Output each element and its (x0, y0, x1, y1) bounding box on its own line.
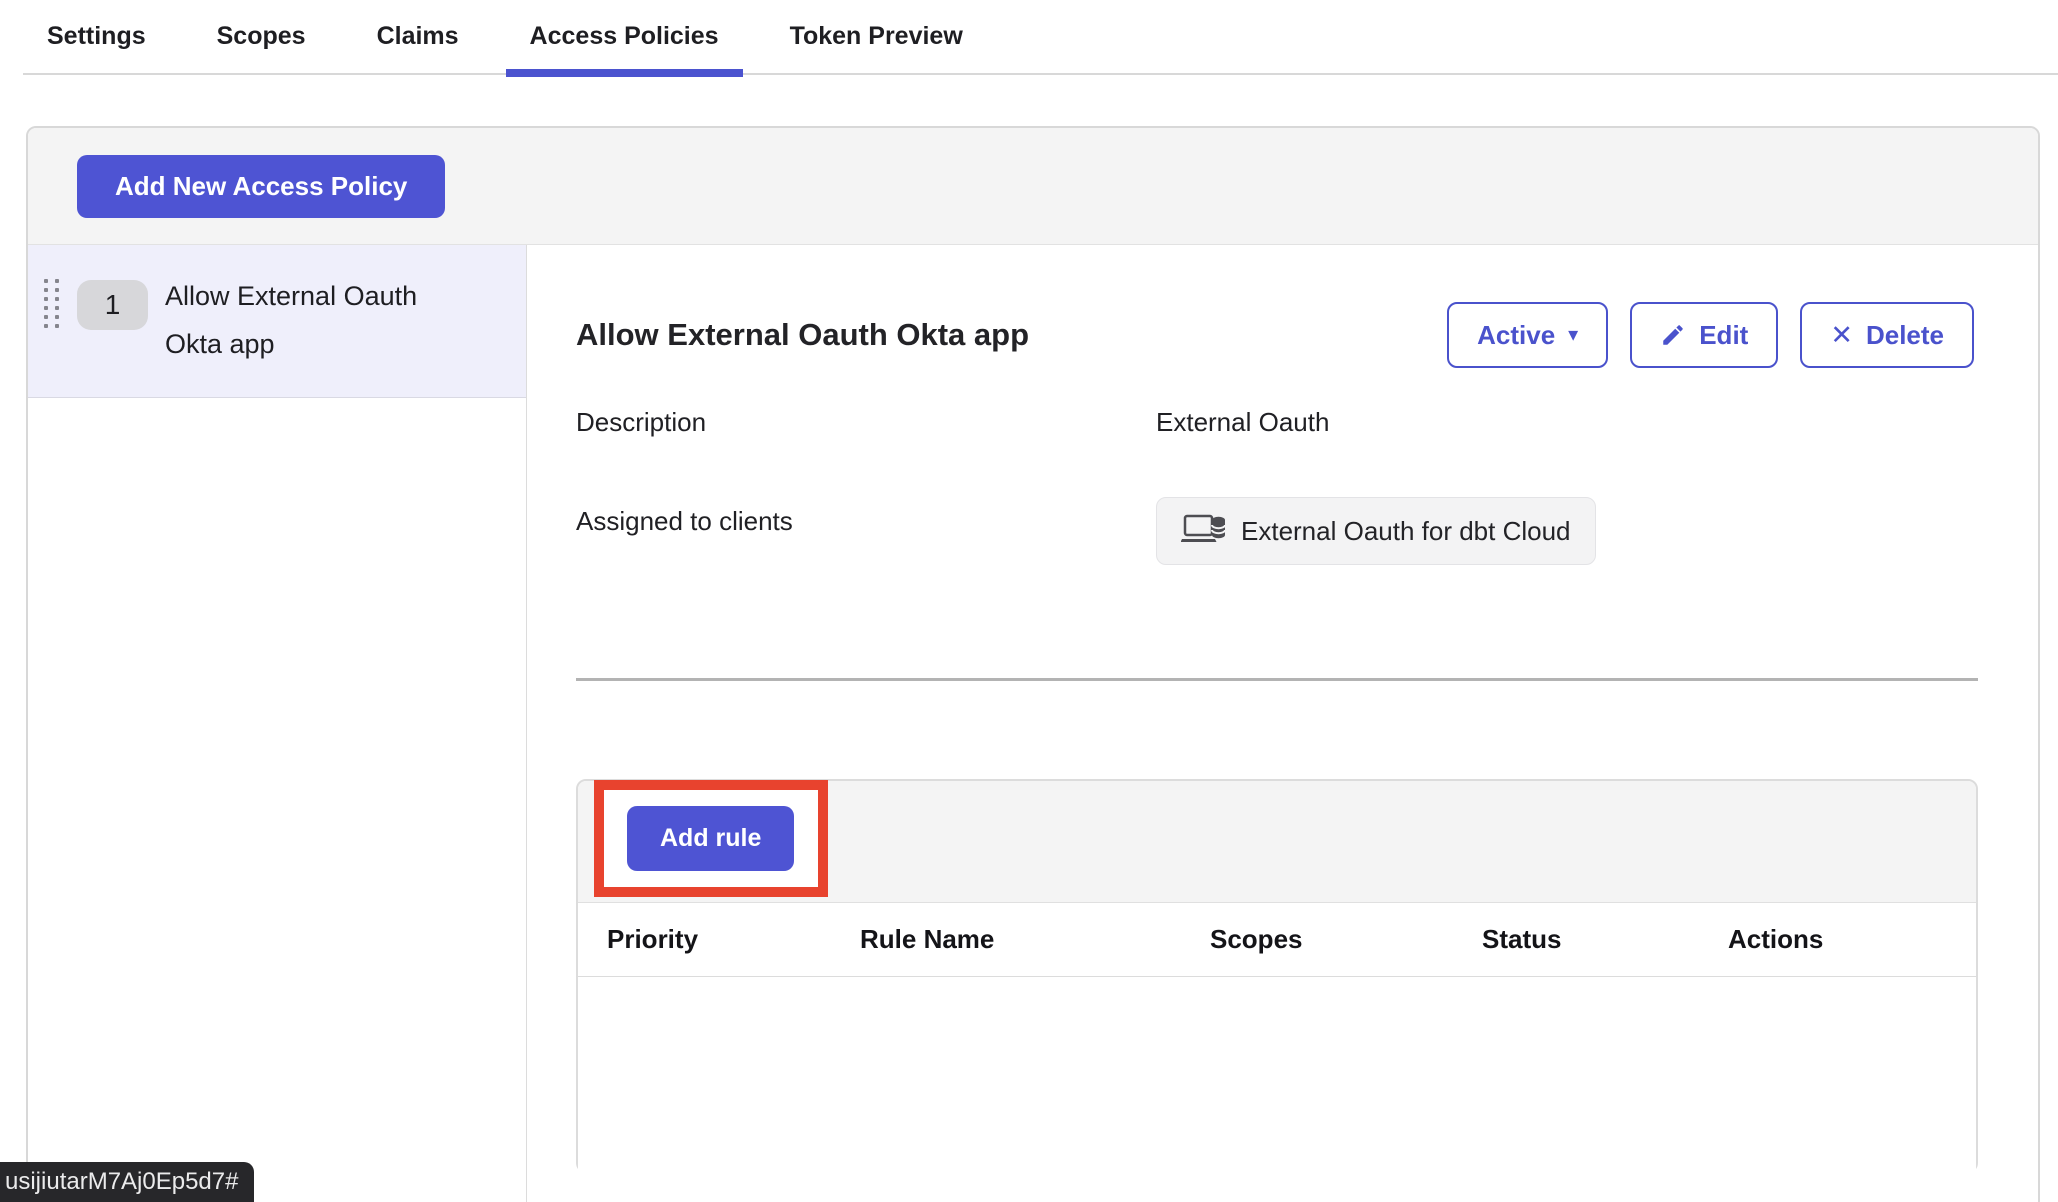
policy-priority-badge: 1 (77, 280, 148, 330)
rules-panel: Add rule Priority Rule Name Scopes Statu… (576, 779, 1978, 1173)
section-divider (576, 678, 1978, 681)
rules-toolbar: Add rule (578, 781, 1976, 903)
column-header-rule-name: Rule Name (860, 903, 994, 976)
tab-settings[interactable]: Settings (23, 0, 170, 73)
assigned-to-clients-label: Assigned to clients (576, 506, 793, 537)
link-status-tooltip: usijiutarM7Aj0Ep5d7# (0, 1162, 254, 1202)
page: Settings Scopes Claims Access Policies T… (0, 0, 2058, 1202)
active-status-dropdown-button[interactable]: Active ▾ (1447, 302, 1608, 368)
policy-name-label: Allow External Oauth Okta app (165, 272, 455, 368)
edit-button[interactable]: Edit (1630, 302, 1778, 368)
column-header-actions: Actions (1728, 903, 1823, 976)
policy-title: Allow External Oauth Okta app (576, 317, 1029, 353)
policy-detail-pane: Allow External Oauth Okta app Active ▾ E… (527, 245, 2038, 1202)
annotation-highlight-box: Add rule (594, 780, 828, 897)
tab-access-policies[interactable]: Access Policies (506, 0, 743, 73)
drag-handle-icon[interactable] (44, 279, 59, 328)
column-header-status: Status (1482, 903, 1561, 976)
assigned-client-chip[interactable]: External Oauth for dbt Cloud (1156, 497, 1596, 565)
add-rule-button[interactable]: Add rule (627, 806, 794, 871)
tab-claims[interactable]: Claims (353, 0, 483, 73)
tab-scopes[interactable]: Scopes (193, 0, 330, 73)
column-header-scopes: Scopes (1210, 903, 1303, 976)
delete-button[interactable]: ✕ Delete (1800, 302, 1974, 368)
pencil-icon (1660, 322, 1686, 348)
description-value: External Oauth (1156, 407, 1329, 438)
tab-bar: Settings Scopes Claims Access Policies T… (23, 0, 2058, 75)
rules-table-body (578, 977, 1976, 1173)
column-header-priority: Priority (607, 903, 698, 976)
access-policies-panel: Add New Access Policy 1 Allow External O… (26, 126, 2040, 1202)
assigned-client-name: External Oauth for dbt Cloud (1241, 516, 1571, 547)
laptop-database-icon (1181, 513, 1227, 549)
policy-action-buttons: Active ▾ Edit ✕ Delete (1447, 302, 1974, 368)
tab-token-preview[interactable]: Token Preview (766, 0, 987, 73)
rules-table-header: Priority Rule Name Scopes Status Actions (578, 903, 1976, 977)
panel-body: 1 Allow External Oauth Okta app Allow Ex… (28, 245, 2038, 1202)
add-new-access-policy-button[interactable]: Add New Access Policy (77, 155, 445, 218)
description-label: Description (576, 407, 706, 438)
policy-list: 1 Allow External Oauth Okta app (28, 245, 527, 1202)
panel-toolbar: Add New Access Policy (28, 128, 2038, 245)
policy-detail-header: Allow External Oauth Okta app Active ▾ E… (576, 301, 1974, 369)
policy-list-item[interactable]: 1 Allow External Oauth Okta app (28, 245, 526, 398)
close-icon: ✕ (1830, 322, 1853, 349)
chevron-down-icon: ▾ (1568, 325, 1578, 345)
